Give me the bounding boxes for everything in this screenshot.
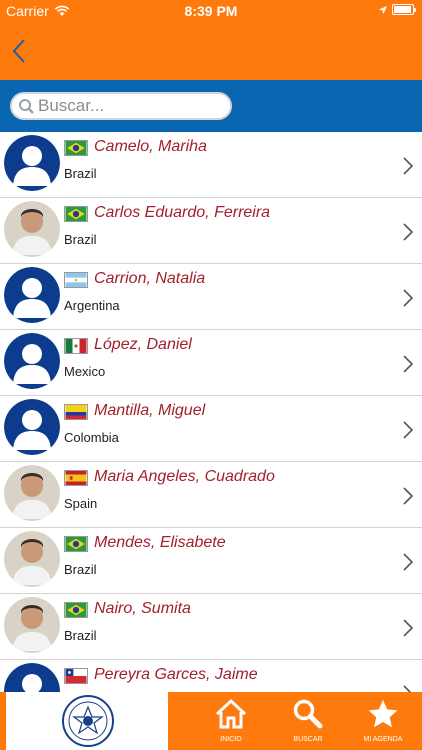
contact-row[interactable]: Pereyra Garces, Jaime bbox=[0, 660, 422, 692]
chevron-right-icon bbox=[402, 288, 414, 308]
contact-name: Carlos Eduardo, Ferreira bbox=[94, 204, 271, 221]
contact-name: Camelo, Mariha bbox=[94, 138, 207, 155]
chevron-right-icon bbox=[402, 420, 414, 440]
contact-name: Pereyra Garces, Jaime bbox=[94, 666, 258, 683]
contact-row[interactable]: Maria Angeles, Cuadrado Spain bbox=[0, 462, 422, 528]
contact-name: Mendes, Elisabete bbox=[94, 534, 226, 551]
chevron-right-icon bbox=[402, 552, 414, 572]
avatar bbox=[4, 201, 60, 257]
contact-list[interactable]: Camelo, Mariha Brazil Carlos Eduardo, Ferr… bbox=[0, 132, 422, 692]
contact-country: Brazil bbox=[64, 166, 97, 181]
battery-fill bbox=[394, 6, 411, 13]
contact-country: Brazil bbox=[64, 232, 97, 247]
contact-row[interactable]: Mendes, Elisabete Brazil bbox=[0, 528, 422, 594]
contact-country: Argentina bbox=[64, 298, 120, 313]
avatar bbox=[4, 597, 60, 653]
contact-country: Mexico bbox=[64, 364, 106, 379]
tab-bar: INICIO BUSCAR MI AGENDA bbox=[0, 692, 422, 750]
chevron-right-icon bbox=[402, 684, 414, 692]
contact-name: Maria Angeles, Cuadrado bbox=[94, 468, 275, 485]
avatar bbox=[4, 465, 60, 521]
avatar bbox=[4, 135, 60, 191]
logo-emblem-icon bbox=[62, 695, 114, 747]
contact-row[interactable]: Carlos Eduardo, Ferreira Brazil bbox=[0, 198, 422, 264]
nav-bar bbox=[0, 22, 422, 80]
spain-flag bbox=[64, 470, 88, 486]
contact-country: Brazil bbox=[64, 628, 97, 643]
tab-inicio[interactable]: INICIO bbox=[196, 692, 266, 750]
chile-flag bbox=[64, 668, 88, 684]
location-icon bbox=[379, 5, 387, 14]
contact-country: Colombia bbox=[64, 430, 119, 445]
contact-name: Nairo, Sumita bbox=[94, 600, 191, 617]
search-icon bbox=[293, 699, 323, 729]
argentina-flag bbox=[64, 272, 88, 288]
avatar bbox=[4, 399, 60, 455]
contact-name: Carrion, Natalia bbox=[94, 270, 206, 287]
brazil-flag bbox=[64, 206, 88, 222]
contact-name: Mantilla, Miguel bbox=[94, 402, 206, 419]
status-right bbox=[378, 4, 416, 15]
chevron-right-icon bbox=[402, 222, 414, 242]
chevron-right-icon bbox=[402, 486, 414, 506]
search-bar bbox=[0, 80, 422, 132]
brazil-flag bbox=[64, 602, 88, 618]
contact-country: Spain bbox=[64, 496, 98, 511]
tab-mi-agenda[interactable]: MI AGENDA bbox=[348, 692, 418, 750]
avatar bbox=[4, 333, 60, 389]
chevron-right-icon bbox=[402, 354, 414, 374]
battery-icon bbox=[392, 4, 416, 15]
contact-name: López, Daniel bbox=[94, 336, 192, 353]
star-icon bbox=[368, 700, 398, 728]
contact-country: Brazil bbox=[64, 562, 97, 577]
contact-row[interactable]: Camelo, Mariha Brazil bbox=[0, 132, 422, 198]
brazil-flag bbox=[64, 536, 88, 552]
search-field[interactable] bbox=[10, 92, 232, 120]
chevron-right-icon bbox=[402, 618, 414, 638]
brazil-flag bbox=[64, 140, 88, 156]
avatar bbox=[4, 663, 60, 692]
back-arrow-icon[interactable] bbox=[8, 36, 32, 66]
home-icon bbox=[215, 698, 247, 729]
chevron-right-icon bbox=[402, 156, 414, 176]
status-bar: Carrier 8:39 PM bbox=[0, 0, 422, 22]
contact-row[interactable]: Mantilla, Miguel Colombia bbox=[0, 396, 422, 462]
organization-logo bbox=[6, 692, 168, 750]
tab-label: BUSCAR bbox=[293, 736, 323, 743]
tab-buscar[interactable]: BUSCAR bbox=[273, 692, 343, 750]
mexico-flag bbox=[64, 338, 88, 354]
contact-row[interactable]: Nairo, Sumita Brazil bbox=[0, 594, 422, 660]
colombia-flag bbox=[64, 404, 88, 420]
search-input[interactable] bbox=[38, 96, 223, 116]
status-time: 8:39 PM bbox=[184, 3, 238, 19]
avatar bbox=[4, 531, 60, 587]
tab-label: MI AGENDA bbox=[363, 736, 403, 743]
tab-label: INICIO bbox=[220, 736, 242, 743]
avatar bbox=[4, 267, 60, 323]
search-icon bbox=[19, 99, 34, 114]
contact-row[interactable]: López, Daniel Mexico bbox=[0, 330, 422, 396]
contact-row[interactable]: Carrion, Natalia Argentina bbox=[0, 264, 422, 330]
